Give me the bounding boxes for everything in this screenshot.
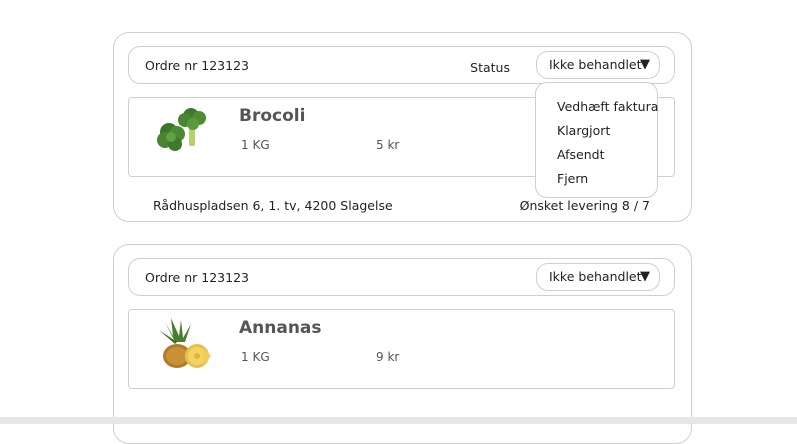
menu-item-attach-invoice[interactable]: Vedhæft faktura [536, 97, 658, 121]
order-number: Ordre nr 123123 [145, 270, 249, 285]
requested-delivery: Ønsket levering 8 / 7 [519, 198, 650, 213]
status-dropdown-button[interactable]: Ikke behandlet ▼ [536, 51, 660, 79]
delivery-address: Rådhuspladsen 6, 1. tv, 4200 Slagelse [153, 198, 393, 213]
product-name: Annanas [239, 318, 322, 338]
status-label: Status [470, 60, 510, 75]
order-header: Ordre nr 123123 Status Ikke behandlet ▼ [128, 46, 675, 84]
pineapple-image [159, 318, 211, 368]
broccoli-image [157, 108, 206, 151]
status-value: Ikke behandlet [549, 57, 642, 72]
caret-down-icon: ▼ [640, 57, 650, 72]
status-dropdown-button[interactable]: Ikke behandlet ▼ [536, 263, 660, 291]
product-row: Annanas 1 KG 9 kr [128, 309, 675, 389]
product-price: 9 kr [376, 350, 400, 364]
product-quantity: 1 KG [241, 350, 270, 364]
menu-item-shipped[interactable]: Afsendt [536, 145, 657, 169]
menu-item-remove[interactable]: Fjern [536, 169, 657, 193]
status-value: Ikke behandlet [549, 269, 642, 284]
product-quantity: 1 KG [241, 138, 270, 152]
product-name: Brocoli [239, 106, 306, 126]
product-price: 5 kr [376, 138, 400, 152]
status-dropdown-menu: Vedhæft faktura Klargjort Afsendt Fjern [535, 82, 658, 198]
horizontal-scrollbar[interactable] [0, 417, 797, 424]
order-header: Ordre nr 123123 Ikke behandlet ▼ [128, 258, 675, 296]
order-number: Ordre nr 123123 [145, 58, 249, 73]
caret-down-icon: ▼ [640, 269, 650, 284]
menu-item-ready[interactable]: Klargjort [536, 121, 657, 145]
order-card: Ordre nr 123123 Ikke behandlet ▼ Annanas… [113, 244, 692, 444]
